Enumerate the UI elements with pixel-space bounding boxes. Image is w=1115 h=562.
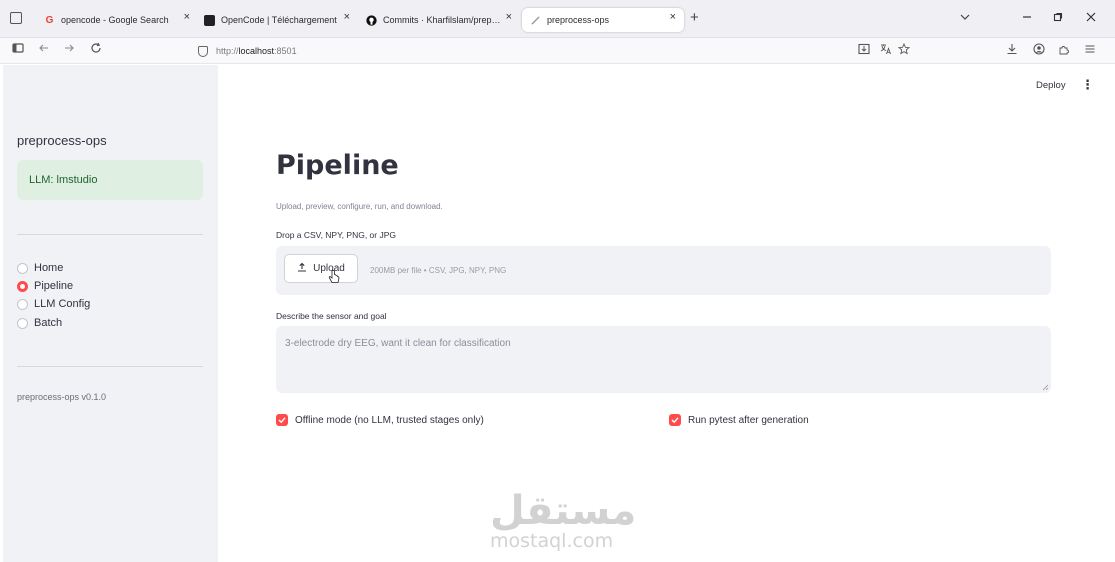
bookmark-star-icon[interactable] <box>897 42 911 58</box>
url-bar[interactable]: http://localhost:8501 <box>198 41 297 61</box>
extensions-icon[interactable] <box>1058 43 1070 58</box>
tab-label: opencode - Google Search <box>61 15 169 25</box>
tab-label: Commits · Kharfilslam/preprocess-ops <box>383 15 501 25</box>
close-icon[interactable]: × <box>506 11 512 23</box>
url-port: :8501 <box>274 46 297 56</box>
reader-view-icon[interactable] <box>858 43 870 58</box>
checkbox-checked-icon[interactable] <box>276 414 288 426</box>
browser-tab-bar: G opencode - Google Search × OpenCode | … <box>0 0 1115 38</box>
describe-textarea[interactable] <box>276 326 1051 393</box>
upload-icon <box>297 262 307 275</box>
streamlit-icon <box>530 15 541 26</box>
google-icon: G <box>45 14 54 26</box>
shield-icon <box>198 45 208 57</box>
version-label: preprocess-ops v0.1.0 <box>17 392 107 402</box>
tab-label: preprocess-ops <box>547 15 610 25</box>
downloads-icon[interactable] <box>1006 43 1018 58</box>
upload-button[interactable]: Upload <box>284 254 358 283</box>
restore-icon[interactable] <box>1053 11 1063 25</box>
opencode-icon <box>204 14 215 26</box>
sidebar: preprocess-ops LLM: lmstudio Home Pipeli… <box>3 65 218 562</box>
app-menu-icon[interactable] <box>1084 43 1096 58</box>
describe-label: Describe the sensor and goal <box>276 311 387 321</box>
close-window-icon[interactable] <box>1086 11 1096 25</box>
radio-button[interactable] <box>17 262 28 274</box>
nav-item-llm-config[interactable]: LLM Config <box>17 296 90 312</box>
close-icon[interactable]: × <box>184 11 190 23</box>
new-tab-button[interactable]: + <box>690 10 699 25</box>
nav-item-label: Home <box>34 262 64 274</box>
upload-label: Drop a CSV, NPY, PNG, or JPG <box>276 230 396 240</box>
watermark-logo-arabic: مستقل <box>490 488 637 534</box>
page-caption: Upload, preview, configure, run, and dow… <box>276 202 443 211</box>
radio-button-selected[interactable] <box>17 280 28 292</box>
run-pytest-label: Run pytest after generation <box>688 414 809 426</box>
llm-status-badge: LLM: lmstudio <box>17 160 203 200</box>
tab-label: OpenCode | Téléchargement <box>221 15 337 25</box>
reload-icon[interactable] <box>90 42 102 58</box>
navigation-toolbar: http://localhost:8501 <box>0 38 1115 64</box>
offline-mode-label: Offline mode (no LLM, trusted stages onl… <box>295 414 484 426</box>
tab-github-commits[interactable]: Commits · Kharfilslam/preprocess-ops × <box>366 8 514 32</box>
nav-item-label: Batch <box>34 317 63 329</box>
nav-item-batch[interactable]: Batch <box>17 315 62 331</box>
nav-item-home[interactable]: Home <box>17 260 63 276</box>
tab-google-search[interactable]: G opencode - Google Search × <box>44 8 192 32</box>
deploy-button[interactable]: Deploy <box>1036 80 1066 91</box>
run-pytest-checkbox[interactable]: Run pytest after generation <box>669 413 809 427</box>
page-title: Pipeline <box>276 150 399 181</box>
checkbox-checked-icon[interactable] <box>669 414 681 426</box>
close-icon[interactable]: × <box>670 11 676 23</box>
url-host: localhost <box>238 46 275 56</box>
nav-item-label: LLM Config <box>34 298 91 310</box>
sidebar-divider <box>17 234 203 235</box>
tab-opencode[interactable]: OpenCode | Téléchargement × <box>204 8 352 32</box>
radio-button[interactable] <box>17 298 28 310</box>
hand-cursor-icon <box>328 270 340 287</box>
minimize-icon[interactable] <box>1022 11 1032 25</box>
tab-preprocess-ops[interactable]: preprocess-ops × <box>522 8 684 32</box>
list-all-tabs-icon[interactable] <box>960 11 970 25</box>
url-prefix: http:// <box>216 46 239 56</box>
back-icon[interactable] <box>38 42 50 58</box>
github-icon <box>366 14 377 26</box>
nav-item-pipeline[interactable]: Pipeline <box>17 278 73 294</box>
upload-limit-text: 200MB per file • CSV, JPG, NPY, PNG <box>370 266 507 275</box>
sidebar-divider <box>17 366 203 367</box>
resize-handle-icon[interactable] <box>1042 384 1049 393</box>
translate-icon[interactable] <box>880 43 892 58</box>
tab-overview-icon[interactable] <box>10 12 22 24</box>
main-menu-icon[interactable]: ⋮ <box>1081 78 1094 92</box>
sidebar-app-title: preprocess-ops <box>17 133 107 148</box>
watermark-logo-text: mostaql.com <box>490 530 614 552</box>
offline-mode-checkbox[interactable]: Offline mode (no LLM, trusted stages onl… <box>276 413 484 427</box>
sidebar-toggle-icon[interactable] <box>12 42 24 58</box>
nav-item-label: Pipeline <box>34 280 74 292</box>
close-icon[interactable]: × <box>344 11 350 23</box>
forward-icon[interactable] <box>63 42 75 58</box>
account-icon[interactable] <box>1033 43 1045 58</box>
radio-button[interactable] <box>17 317 28 329</box>
